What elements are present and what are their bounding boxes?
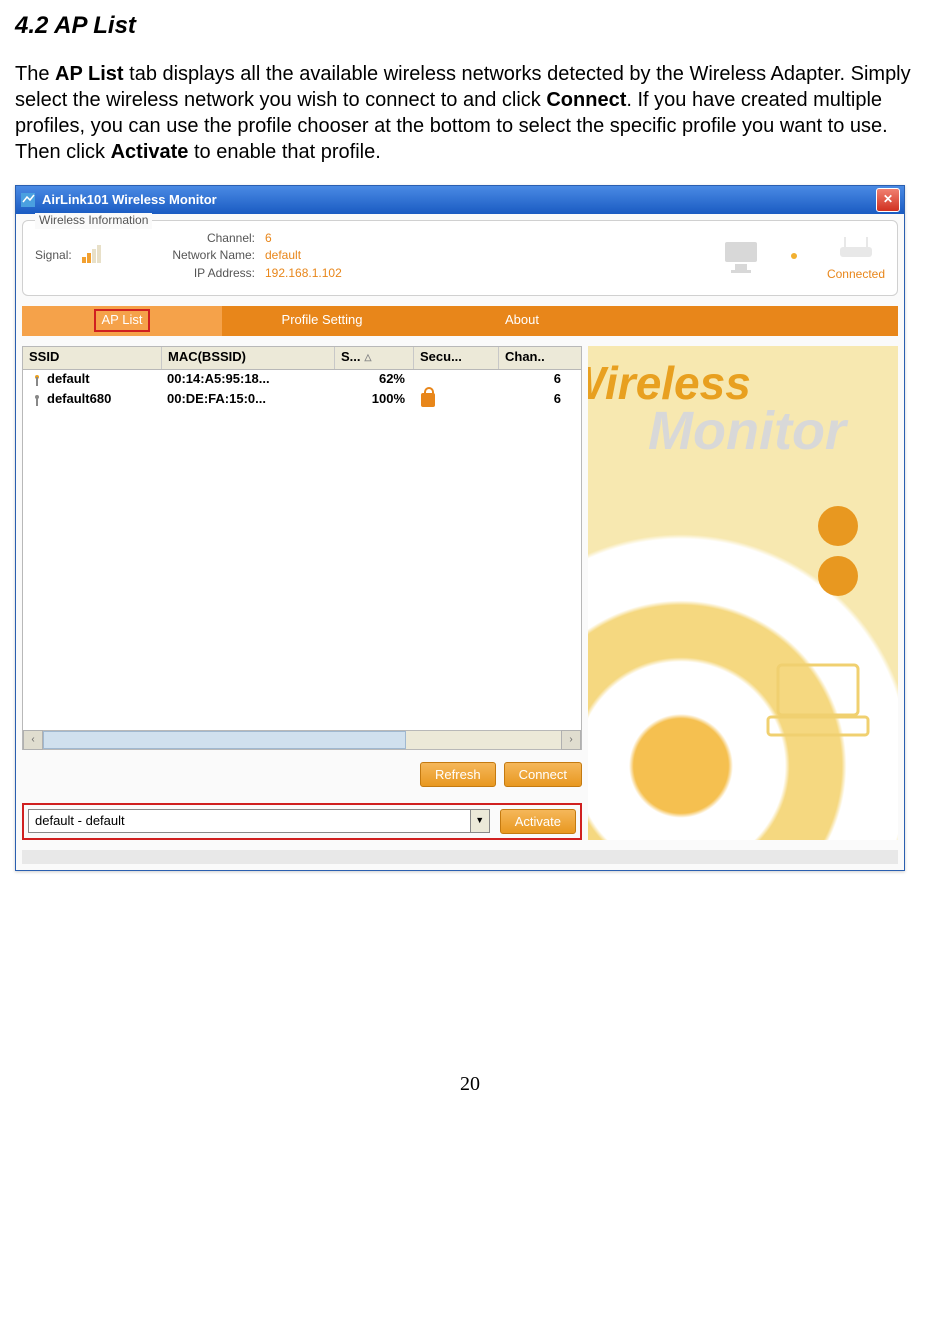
profile-dropdown[interactable]: default - default ▼ xyxy=(28,809,490,833)
tab-bar: AP List Profile Setting About xyxy=(22,306,898,336)
cell-signal: 100% xyxy=(333,390,411,410)
col-signal-label: S... xyxy=(341,349,361,366)
tab-about[interactable]: About xyxy=(422,306,622,336)
network-name-label: Network Name: xyxy=(145,248,265,264)
signal-block: Signal: xyxy=(35,245,145,268)
cell-mac: 00:DE:FA:15:0... xyxy=(161,390,333,410)
col-channel[interactable]: Chan.. xyxy=(499,347,581,369)
scroll-right-button[interactable]: › xyxy=(561,730,581,750)
profile-chooser-row: default - default ▼ Activate xyxy=(22,803,582,840)
close-button[interactable]: ✕ xyxy=(876,188,900,212)
cell-ssid: default680 xyxy=(47,391,111,408)
wireless-info-panel: Wireless Information Signal: Channel: 6 … xyxy=(22,220,898,296)
cell-signal: 62% xyxy=(333,370,411,390)
artwork-panel: Wireless Monitor xyxy=(588,346,898,840)
connect-button[interactable]: Connect xyxy=(504,762,582,787)
cell-mac: 00:14:A5:95:18... xyxy=(161,370,333,390)
button-row: Refresh Connect xyxy=(22,762,582,787)
col-security[interactable]: Secu... xyxy=(414,347,499,369)
scroll-track[interactable] xyxy=(43,731,561,749)
network-name-value: default xyxy=(265,248,445,264)
content-row: SSID MAC(BSSID) S... △ Secu... Chan.. xyxy=(22,346,898,840)
window-titlebar: AirLink101 Wireless Monitor ✕ xyxy=(16,186,904,214)
section-title: 4.2 AP List xyxy=(15,10,925,41)
window-title: AirLink101 Wireless Monitor xyxy=(42,192,217,209)
cell-ssid: default xyxy=(47,371,90,388)
scroll-thumb[interactable] xyxy=(43,731,406,749)
tab-ap-list[interactable]: AP List xyxy=(22,306,222,336)
text-bold: Activate xyxy=(111,141,189,163)
table-body: default 00:14:A5:95:18... 62% 6 default6… xyxy=(22,370,582,731)
app-icon xyxy=(20,192,36,208)
tab-profile-setting[interactable]: Profile Setting xyxy=(222,306,422,336)
table-header: SSID MAC(BSSID) S... △ Secu... Chan.. xyxy=(22,346,582,370)
channel-label: Channel: xyxy=(145,231,265,247)
brand-text-monitor: Monitor xyxy=(648,396,846,466)
cell-channel: 6 xyxy=(495,390,581,410)
page-number: 20 xyxy=(15,1071,925,1097)
horizontal-scrollbar[interactable]: ‹ › xyxy=(22,731,582,750)
statusbar xyxy=(22,850,898,864)
text-bold: AP List xyxy=(55,63,124,85)
info-row: Signal: Channel: 6 Network Name: default… xyxy=(35,229,885,283)
chevron-down-icon[interactable]: ▼ xyxy=(470,810,489,832)
sort-indicator-icon: △ xyxy=(365,352,372,364)
app-window: AirLink101 Wireless Monitor ✕ Wireless I… xyxy=(15,185,905,871)
connection-icons: Connected xyxy=(721,229,885,283)
refresh-button[interactable]: Refresh xyxy=(420,762,496,787)
signal-label: Signal: xyxy=(35,248,72,264)
connection-dot-icon xyxy=(791,253,797,259)
col-ssid[interactable]: SSID xyxy=(23,347,162,369)
status-label: Connected xyxy=(827,267,885,283)
lock-icon xyxy=(421,393,435,407)
activate-button[interactable]: Activate xyxy=(500,809,576,834)
text: The xyxy=(15,63,55,85)
cell-security xyxy=(411,390,495,410)
panel-legend: Wireless Information xyxy=(35,213,152,229)
orange-dots-icon xyxy=(818,506,858,546)
dropdown-value: default - default xyxy=(29,813,470,830)
laptop-icon xyxy=(758,655,878,750)
table-row[interactable]: default680 00:DE:FA:15:0... 100% 6 xyxy=(23,390,581,410)
monitor-icon xyxy=(721,238,761,274)
antenna-icon xyxy=(29,372,45,388)
ap-list-panel: SSID MAC(BSSID) S... △ Secu... Chan.. xyxy=(22,346,582,840)
text-bold: Connect xyxy=(546,89,626,111)
router-icon xyxy=(836,229,876,265)
ip-label: IP Address: xyxy=(145,266,265,282)
col-mac[interactable]: MAC(BSSID) xyxy=(162,347,335,369)
antenna-icon xyxy=(29,392,45,408)
ip-value: 192.168.1.102 xyxy=(265,266,445,282)
scroll-left-button[interactable]: ‹ xyxy=(23,730,43,750)
window-body: Wireless Information Signal: Channel: 6 … xyxy=(16,214,904,870)
highlight-box: AP List xyxy=(94,309,151,332)
signal-bars-icon xyxy=(82,245,102,268)
table-row[interactable]: default 00:14:A5:95:18... 62% 6 xyxy=(23,370,581,390)
body-paragraph: The AP List tab displays all the availab… xyxy=(15,61,925,165)
cell-security xyxy=(411,370,495,390)
cell-channel: 6 xyxy=(495,370,581,390)
info-grid: Channel: 6 Network Name: default IP Addr… xyxy=(145,231,445,282)
text: to enable that profile. xyxy=(188,141,380,163)
channel-value: 6 xyxy=(265,231,445,247)
col-signal[interactable]: S... △ xyxy=(335,347,414,369)
